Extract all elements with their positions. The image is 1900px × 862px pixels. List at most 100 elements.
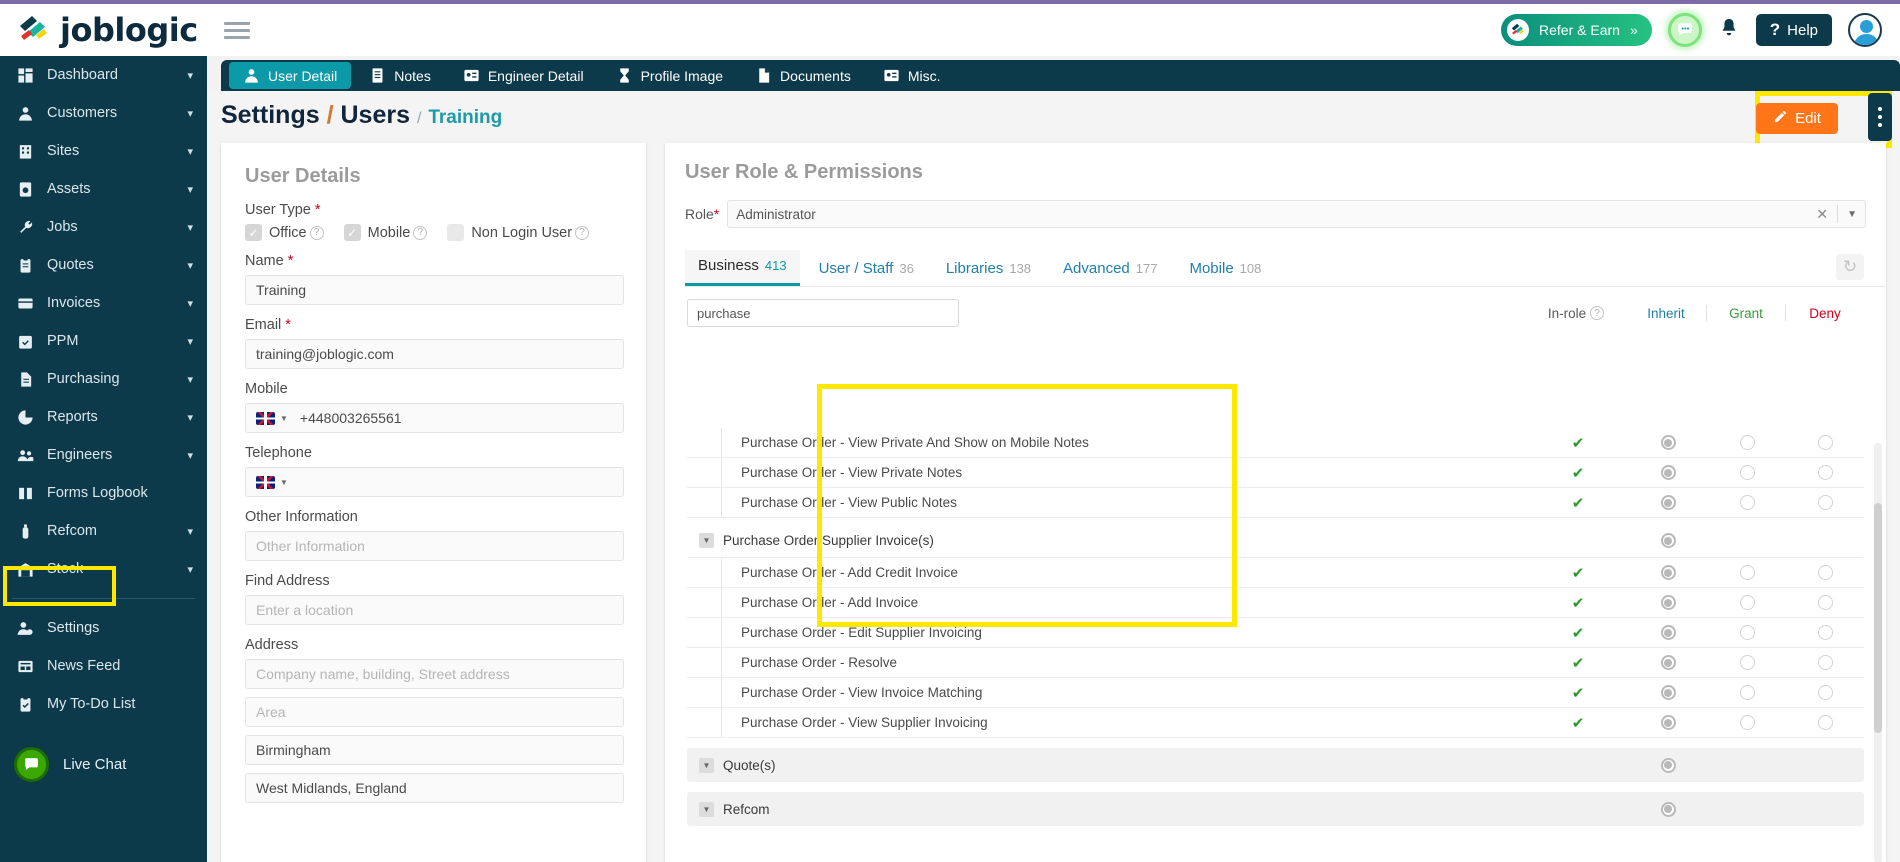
- sidebar-item-news-feed[interactable]: News Feed: [0, 647, 207, 685]
- inherit-radio[interactable]: [1628, 595, 1708, 610]
- input-address-line-3[interactable]: Birmingham: [245, 735, 624, 765]
- radio-unselected[interactable]: [1739, 465, 1755, 480]
- sidebar-item-sites[interactable]: Sites ▾: [0, 132, 207, 170]
- help-circle-icon[interactable]: ?: [575, 225, 590, 240]
- sidebar-item-invoices[interactable]: Invoices ▾: [0, 284, 207, 322]
- collapse-caret-icon[interactable]: ▼: [699, 533, 714, 548]
- user-avatar-icon[interactable]: [1848, 13, 1882, 47]
- chevron-down-icon[interactable]: ▾: [187, 107, 193, 120]
- chevron-down-icon[interactable]: ▾: [187, 69, 193, 82]
- permission-tab-libraries[interactable]: Libraries 138: [933, 253, 1044, 286]
- radio-unselected[interactable]: [1739, 595, 1755, 610]
- permission-row[interactable]: Purchase Order - Edit Supplier Invoicing…: [687, 618, 1864, 648]
- tab-documents[interactable]: Documents: [741, 62, 865, 89]
- sidebar-item-purchasing[interactable]: Purchasing ▾: [0, 360, 207, 398]
- brand-logo[interactable]: joblogic: [0, 11, 210, 49]
- help-circle-icon[interactable]: ?: [413, 225, 428, 240]
- clear-x-icon[interactable]: ✕: [1816, 206, 1828, 223]
- permission-group-row[interactable]: ▼ Quote(s): [687, 748, 1864, 782]
- radio-unselected[interactable]: [1817, 435, 1833, 450]
- deny-radio[interactable]: [1786, 655, 1864, 670]
- radio-selected[interactable]: [1660, 801, 1676, 817]
- permission-tab-user-staff[interactable]: User / Staff 36: [806, 253, 927, 286]
- sidebar-item-refcom[interactable]: Refcom ▾: [0, 512, 207, 550]
- deny-radio[interactable]: [1786, 465, 1864, 480]
- checkbox-box[interactable]: [447, 224, 465, 241]
- input-address-line-4[interactable]: West Midlands, England: [245, 773, 624, 803]
- deny-radio[interactable]: [1786, 625, 1864, 640]
- permission-tab-mobile[interactable]: Mobile 108: [1176, 253, 1274, 286]
- radio-unselected[interactable]: [1739, 435, 1755, 450]
- permission-list-scrollbar[interactable]: [1874, 443, 1882, 862]
- radio-unselected[interactable]: [1817, 715, 1833, 730]
- checkbox-mobile[interactable]: ✓ Mobile?: [343, 224, 440, 241]
- grant-radio[interactable]: [1708, 465, 1786, 480]
- chevron-down-icon[interactable]: ▾: [187, 525, 193, 538]
- radio-selected[interactable]: [1660, 565, 1676, 580]
- permission-row[interactable]: Purchase Order - View Private And Show o…: [687, 428, 1864, 458]
- deny-radio[interactable]: [1786, 595, 1864, 610]
- radio-selected[interactable]: [1660, 465, 1676, 480]
- input-other-information[interactable]: Other Information: [245, 531, 624, 561]
- sidebar-item-customers[interactable]: Customers ▾: [0, 94, 207, 132]
- sidebar-item-my-to-do-list[interactable]: My To-Do List: [0, 685, 207, 723]
- tab-user-detail[interactable]: User Detail: [229, 62, 352, 89]
- chevron-down-icon[interactable]: ▾: [187, 373, 193, 386]
- permission-row[interactable]: Purchase Order - Add Invoice ✔: [687, 588, 1864, 618]
- chevron-down-icon[interactable]: ▾: [187, 335, 193, 348]
- inherit-radio[interactable]: [1628, 655, 1708, 670]
- input-find-address[interactable]: Enter a location: [245, 595, 624, 625]
- help-button[interactable]: ? Help: [1755, 14, 1832, 46]
- deny-radio[interactable]: [1786, 565, 1864, 580]
- radio-unselected[interactable]: [1739, 495, 1755, 510]
- radio-unselected[interactable]: [1739, 625, 1755, 640]
- input-email[interactable]: training@joblogic.com: [245, 339, 624, 369]
- radio-selected[interactable]: [1660, 715, 1676, 730]
- sidebar-item-engineers[interactable]: Engineers ▾: [0, 436, 207, 474]
- deny-radio[interactable]: [1786, 715, 1864, 730]
- help-circle-icon[interactable]: ?: [1590, 306, 1605, 320]
- sidebar-item-quotes[interactable]: Quotes ▾: [0, 246, 207, 284]
- chevron-down-icon[interactable]: ▾: [187, 449, 193, 462]
- radio-selected[interactable]: [1660, 625, 1676, 640]
- input-address-line-1[interactable]: Company name, building, Street address: [245, 659, 624, 689]
- radio-selected[interactable]: [1660, 435, 1676, 450]
- tab-notes[interactable]: Notes: [355, 62, 445, 89]
- radio-unselected[interactable]: [1817, 465, 1833, 480]
- radio-unselected[interactable]: [1817, 595, 1833, 610]
- permission-tab-advanced[interactable]: Advanced 177: [1050, 253, 1170, 286]
- input-mobile[interactable]: ▼ +448003265561: [245, 403, 624, 433]
- radio-selected[interactable]: [1660, 757, 1676, 773]
- sidebar-item-reports[interactable]: Reports ▾: [0, 398, 207, 436]
- grant-radio[interactable]: [1708, 715, 1786, 730]
- chevron-down-icon[interactable]: ▾: [187, 297, 193, 310]
- checkbox-box[interactable]: ✓: [343, 224, 361, 241]
- inherit-radio[interactable]: [1628, 533, 1708, 548]
- tab-profile-image[interactable]: Profile Image: [602, 62, 737, 89]
- inherit-radio[interactable]: [1628, 625, 1708, 640]
- radio-unselected[interactable]: [1739, 685, 1755, 700]
- deny-radio[interactable]: [1786, 435, 1864, 450]
- hamburger-icon[interactable]: [224, 18, 250, 43]
- sidebar-item-stock[interactable]: Stock ▾: [0, 550, 207, 588]
- grant-radio[interactable]: [1708, 685, 1786, 700]
- input-telephone[interactable]: ▼: [245, 467, 624, 497]
- permission-row[interactable]: Purchase Order - View Public Notes ✔: [687, 488, 1864, 518]
- search-input[interactable]: purchase: [687, 299, 959, 327]
- grant-radio[interactable]: [1708, 435, 1786, 450]
- collapse-caret-icon[interactable]: ▼: [699, 757, 714, 773]
- inherit-radio[interactable]: [1628, 465, 1708, 480]
- chevron-down-icon[interactable]: ▾: [187, 563, 193, 576]
- grant-radio[interactable]: [1708, 565, 1786, 580]
- permission-row[interactable]: Purchase Order - View Private Notes ✔: [687, 458, 1864, 488]
- grant-radio[interactable]: [1708, 595, 1786, 610]
- permission-group-row[interactable]: ▼ Purchase Order Supplier Invoice(s): [687, 524, 1864, 558]
- refer-and-earn-button[interactable]: Refer & Earn »: [1501, 14, 1652, 46]
- breadcrumb-users[interactable]: Users: [340, 101, 410, 129]
- radio-selected[interactable]: [1660, 533, 1676, 548]
- inherit-radio[interactable]: [1628, 685, 1708, 700]
- grant-radio[interactable]: [1708, 655, 1786, 670]
- inherit-radio[interactable]: [1628, 565, 1708, 580]
- help-circle-icon[interactable]: ?: [309, 225, 324, 240]
- chevron-down-icon[interactable]: ▾: [187, 259, 193, 272]
